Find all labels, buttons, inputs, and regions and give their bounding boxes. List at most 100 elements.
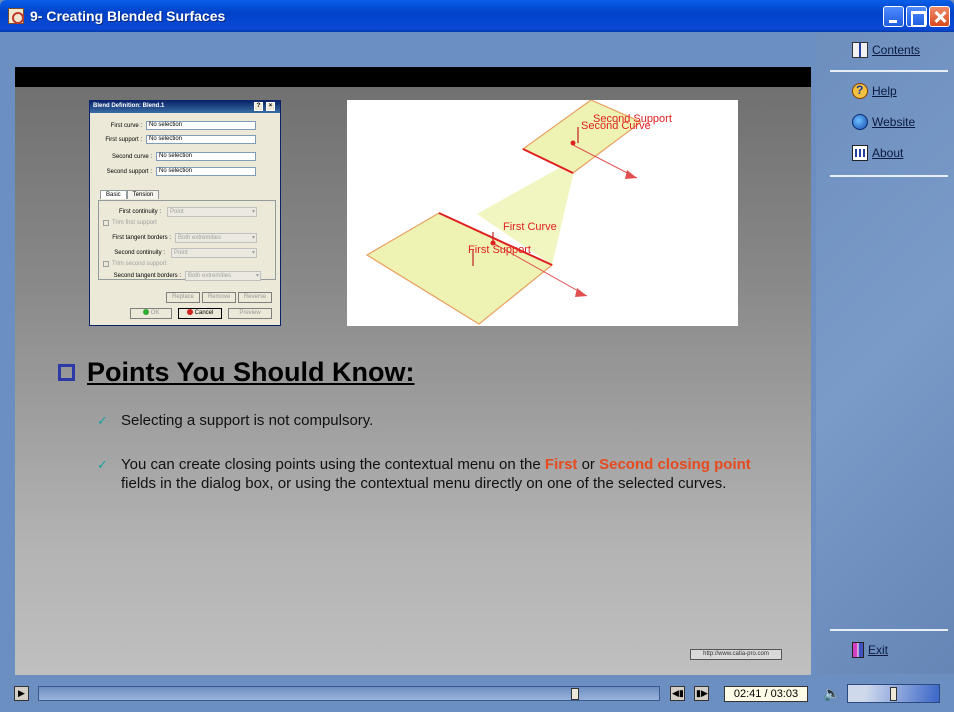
- second-curve-row: Second curve : No selection: [94, 152, 256, 161]
- bullet-2-part-2: fields in the dialog box, or using the c…: [121, 475, 727, 492]
- time-display: 02:41 / 03:03: [724, 686, 808, 702]
- first-continuity-combo: Point: [167, 207, 257, 217]
- side-item-website[interactable]: Website: [852, 114, 915, 130]
- side-item-exit[interactable]: Exit: [852, 642, 888, 658]
- url-badge: http://www.catia-pro.com: [690, 649, 782, 660]
- second-curve-point: [570, 140, 576, 146]
- first-tangent-row: First tangent borders : Both extremities: [99, 233, 257, 243]
- slide-area: Blend Definition: Blend.1 ? × First curv…: [15, 67, 811, 703]
- play-button[interactable]: ▶: [14, 686, 29, 701]
- blend-diagram-image: Second Support Second Curve First Curve …: [347, 100, 738, 326]
- cancel-icon: [186, 309, 193, 315]
- title-bar: 9- Creating Blended Surfaces: [0, 0, 954, 32]
- first-continuity-row: First continuity : Point: [103, 207, 257, 217]
- next-icon: ▮▶: [696, 688, 708, 698]
- play-icon: ▶: [18, 688, 25, 698]
- exit-label: Exit: [868, 643, 889, 657]
- reverse-button-image: Reverse: [238, 292, 272, 303]
- previous-button[interactable]: ◀▮: [670, 686, 685, 701]
- second-curve-text: Second Curve: [581, 120, 651, 132]
- first-tangent-combo: Both extremities: [175, 233, 257, 243]
- side-item-help[interactable]: Help: [852, 83, 897, 99]
- globe-icon: [852, 114, 868, 130]
- help-icon: [852, 83, 868, 99]
- side-item-about[interactable]: About: [852, 145, 903, 161]
- bullet-2-second-highlight: Second closing point: [599, 456, 751, 473]
- second-tangent-row: Second tangent borders : Both extremitie…: [99, 271, 261, 281]
- second-arrow-head: [625, 170, 637, 179]
- check-icon: ✓: [97, 457, 108, 472]
- trim-second-checkbox: [103, 261, 109, 267]
- second-support-plane: [521, 100, 643, 174]
- seek-bar[interactable]: [38, 686, 660, 701]
- heading-bullet-icon: [58, 364, 75, 381]
- check-icon: ✓: [97, 413, 108, 428]
- player-control-bar: ▶ ◀▮ ▮▶ 02:41 / 03:03 🔈: [0, 675, 954, 712]
- bullet-2-text: You can create closing points using the …: [97, 455, 757, 493]
- dialog-title: Blend Definition: Blend.1: [93, 103, 165, 109]
- first-support-text: First Support: [468, 244, 531, 256]
- window-title: 9- Creating Blended Surfaces: [30, 8, 226, 24]
- contents-label: Contents: [872, 43, 921, 57]
- first-curve-row: First curve : No selection: [94, 121, 256, 130]
- slide-top-bar: [15, 67, 811, 87]
- first-tangent-label: First tangent borders :: [112, 235, 171, 241]
- second-tangent-label: Second tangent borders :: [113, 273, 181, 279]
- tab-tension: Tension: [126, 190, 160, 199]
- second-support-row: Second support : No selection: [94, 167, 256, 176]
- second-support-field: No selection: [156, 167, 256, 176]
- window-frame: Blend Definition: Blend.1 ? × First curv…: [0, 32, 954, 712]
- trim-first-label: Trim first support: [112, 220, 157, 226]
- replace-button-image: Replace: [166, 292, 200, 303]
- trim-first-checkbox: [103, 220, 109, 226]
- dialog-tab-panel: First continuity : Point Trim first supp…: [98, 200, 276, 281]
- second-continuity-row: Second continuity : Point: [103, 248, 257, 258]
- first-support-field: No selection: [146, 135, 256, 144]
- side-item-contents[interactable]: Contents: [852, 42, 920, 58]
- trim-second-row: Trim second support: [103, 261, 166, 267]
- second-support-label: Second support :: [106, 168, 152, 175]
- website-label: Website: [872, 115, 916, 129]
- points-heading: Points You Should Know:: [87, 357, 415, 387]
- next-button[interactable]: ▮▶: [694, 686, 709, 701]
- minimize-button[interactable]: [883, 6, 904, 27]
- seek-thumb[interactable]: [571, 688, 579, 700]
- bullet-2: ✓ You can create closing points using th…: [97, 455, 757, 493]
- side-separator: [830, 629, 948, 631]
- first-support-row: First support : No selection: [94, 135, 256, 144]
- trim-second-label: Trim second support: [112, 261, 167, 267]
- app-icon[interactable]: [8, 8, 24, 24]
- dialog-help-icon: ?: [254, 102, 263, 111]
- maximize-button[interactable]: [906, 6, 927, 27]
- speaker-icon[interactable]: 🔈: [823, 685, 840, 702]
- cancel-button-image: Cancel: [178, 308, 222, 319]
- preview-button-image: Preview: [228, 308, 272, 319]
- ok-button-image: OK: [130, 308, 172, 319]
- bullet-2-part-1: You can create closing points using the …: [121, 456, 545, 473]
- about-icon: [852, 145, 868, 161]
- second-curve-field: No selection: [156, 152, 256, 161]
- first-curve-field: No selection: [146, 121, 256, 130]
- ok-icon: [142, 309, 149, 315]
- side-separator: [830, 70, 948, 72]
- volume-thumb[interactable]: [890, 687, 897, 701]
- dialog-tabs: Basic Tension: [100, 190, 160, 199]
- ok-label: OK: [150, 310, 160, 316]
- dialog-title-bar: Blend Definition: Blend.1 ? ×: [90, 101, 280, 113]
- dialog-close-icon: ×: [266, 102, 275, 111]
- help-label: Help: [872, 84, 897, 98]
- second-continuity-combo: Point: [171, 248, 257, 258]
- trim-first-row: Trim first support: [103, 220, 157, 226]
- first-support-label: First support :: [105, 136, 142, 143]
- second-tangent-combo: Both extremities: [185, 271, 261, 281]
- bullet-2-first-highlight: First: [544, 456, 578, 473]
- close-button[interactable]: [929, 6, 950, 27]
- side-separator: [830, 175, 948, 177]
- tab-basic: Basic: [100, 190, 127, 199]
- book-icon: [852, 42, 868, 58]
- bullet-1-text: Selecting a support is not compulsory.: [121, 412, 374, 429]
- first-curve-label: First curve :: [110, 122, 142, 129]
- volume-slider[interactable]: [847, 684, 940, 703]
- second-continuity-label: Second continuity :: [114, 250, 165, 256]
- first-continuity-label: First continuity :: [118, 209, 161, 215]
